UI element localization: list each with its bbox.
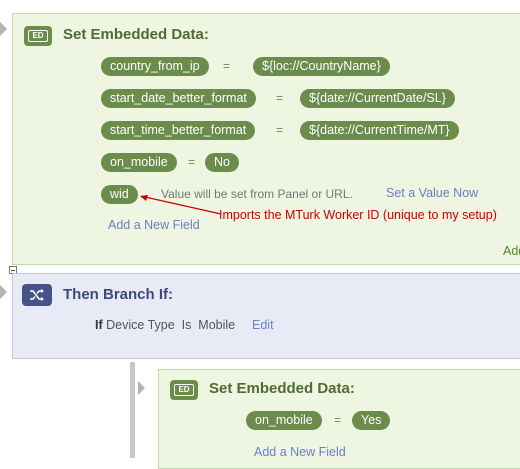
edit-condition-link[interactable]: Edit [252,318,274,332]
equals-sign: = [223,59,231,73]
branch-condition: If Device Type Is Mobile [95,318,235,332]
field-value-pill[interactable]: ${date://CurrentDate/SL} [300,89,455,108]
field-name-pill[interactable]: start_time_better_format [101,121,256,140]
block-title: Set Embedded Data: [63,26,209,43]
embedded-data-icon: ED [170,380,198,400]
shuffle-icon [22,284,52,306]
block-connector-notch [0,22,7,36]
equals-sign: = [188,155,196,169]
annotation-arrow [140,195,222,215]
branch-block[interactable]: Then Branch If: If Device Type Is Mobile… [12,273,520,359]
embedded-data-icon: ED [24,26,52,46]
block-title: Set Embedded Data: [209,380,355,397]
branch-nesting-line [130,362,135,458]
condition-text: Device Type Is Mobile [106,318,236,332]
add-below-link[interactable]: Add [503,244,520,258]
if-label: If [95,318,103,332]
block-connector-notch [0,285,7,299]
field-name-pill[interactable]: start_date_better_format [101,89,256,108]
set-value-now-link[interactable]: Set a Value Now [386,186,478,200]
field-name-pill[interactable]: country_from_ip [101,57,209,76]
field-name-pill[interactable]: on_mobile [246,411,322,430]
branch-title: Then Branch If: [63,286,174,303]
field-name-pill-wid[interactable]: wid [101,185,138,204]
field-value-pill[interactable]: ${date://CurrentTime/MT} [300,121,459,140]
equals-sign: = [276,123,284,137]
field-value-pill[interactable]: No [205,153,239,172]
field-name-pill[interactable]: on_mobile [101,153,177,172]
field-value-pill[interactable]: Yes [352,411,391,430]
nested-set-embedded-data-block[interactable]: ED Set Embedded Data: on_mobile = Yes Ad… [158,369,520,469]
equals-sign: = [334,413,342,427]
add-new-field-link[interactable]: Add a New Field [254,445,346,459]
annotation-text: Imports the MTurk Worker ID (unique to m… [219,208,497,222]
block-connector-notch [138,381,145,395]
field-value-pill[interactable]: ${loc://CountryName} [253,57,390,76]
set-embedded-data-block[interactable]: ED Set Embedded Data: country_from_ip = … [12,13,520,265]
equals-sign: = [276,91,284,105]
add-new-field-link[interactable]: Add a New Field [108,218,200,232]
